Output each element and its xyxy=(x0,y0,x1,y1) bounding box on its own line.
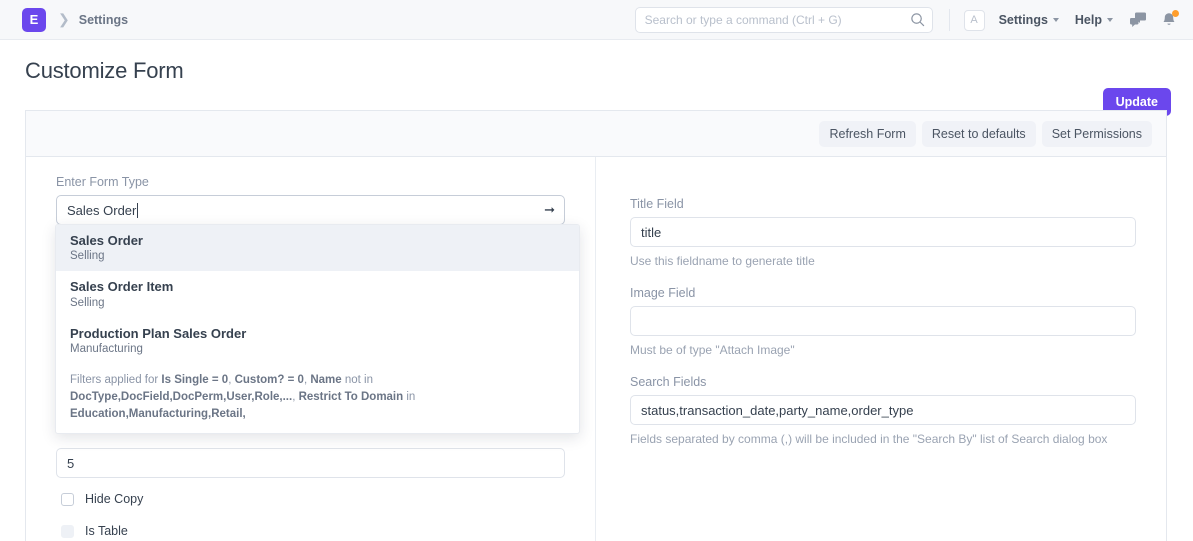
navbar-divider xyxy=(949,9,950,31)
chevron-down-icon xyxy=(1053,18,1059,22)
filter-note-doctype-list: DocType,DocField,DocPerm,User,Role,... xyxy=(70,391,292,403)
refresh-form-button[interactable]: Refresh Form xyxy=(819,121,915,147)
field-image-field: Image Field Must be of type "Attach Imag… xyxy=(630,286,1136,358)
field-label-search-fields: Search Fields xyxy=(630,375,1136,389)
dropdown-item-title: Sales Order Item xyxy=(70,279,565,295)
number-input[interactable] xyxy=(56,448,565,478)
field-enter-form-type: Enter Form Type Sales Order ➞ xyxy=(56,175,565,225)
avatar[interactable]: A xyxy=(964,10,985,31)
help-text-title-field: Use this fieldname to generate title xyxy=(630,253,1136,269)
app-logo-letter: E xyxy=(30,12,39,27)
notifications-button[interactable] xyxy=(1161,12,1177,29)
page-title: Customize Form xyxy=(25,58,184,84)
field-label-form-type: Enter Form Type xyxy=(56,175,565,189)
dropdown-item-subtitle: Selling xyxy=(70,250,565,262)
checkbox-row-is-table: Is Table xyxy=(56,524,565,538)
chevron-down-icon xyxy=(1107,18,1113,22)
help-text-image-field: Must be of type "Attach Image" xyxy=(630,342,1136,358)
checkbox-label-hide-copy: Hide Copy xyxy=(85,492,143,506)
search-fields-input[interactable] xyxy=(630,395,1136,425)
notification-badge-dot xyxy=(1172,10,1179,17)
dropdown-item[interactable]: Production Plan Sales Order Manufacturin… xyxy=(56,318,579,364)
filter-note-domains: Education,Manufacturing,Retail, xyxy=(70,408,246,420)
navbar-left: E ❯ Settings xyxy=(22,8,128,32)
form-type-input[interactable]: Sales Order xyxy=(56,195,565,225)
reset-to-defaults-button[interactable]: Reset to defaults xyxy=(922,121,1036,147)
chat-icon xyxy=(1129,12,1147,28)
filter-note-custom: Custom? = 0 xyxy=(235,374,304,386)
set-permissions-button[interactable]: Set Permissions xyxy=(1042,121,1152,147)
dropdown-item-title: Production Plan Sales Order xyxy=(70,326,565,342)
navbar-help-menu[interactable]: Help xyxy=(1075,13,1113,27)
image-field-input[interactable] xyxy=(630,306,1136,336)
navbar-settings-label: Settings xyxy=(999,13,1048,27)
arrow-right-icon[interactable]: ➞ xyxy=(544,203,555,216)
form-column-right: Title Field Use this fieldname to genera… xyxy=(596,157,1166,541)
checkbox-row-hide-copy[interactable]: Hide Copy xyxy=(56,492,565,506)
search-input[interactable] xyxy=(635,7,933,33)
form-type-dropdown: Sales Order Selling Sales Order Item Sel… xyxy=(55,224,580,434)
filter-note-is-single: Is Single = 0 xyxy=(161,374,228,386)
checkbox-label-is-table: Is Table xyxy=(85,524,128,538)
field-search-fields: Search Fields Fields separated by comma … xyxy=(630,375,1136,447)
field-label-image-field: Image Field xyxy=(630,286,1136,300)
field-label-title-field: Title Field xyxy=(630,197,1136,211)
form-toolbar: Refresh Form Reset to defaults Set Permi… xyxy=(26,111,1166,157)
dropdown-item[interactable]: Sales Order Item Selling xyxy=(56,271,579,317)
text-cursor xyxy=(137,203,138,218)
filter-note-name: Name xyxy=(310,374,341,386)
chevron-right-icon: ❯ xyxy=(58,11,70,28)
filter-note-mid1: not in xyxy=(342,374,373,386)
breadcrumb-settings[interactable]: Settings xyxy=(79,13,128,27)
field-max-attachments xyxy=(56,448,565,478)
checkbox-hide-copy[interactable] xyxy=(61,493,74,506)
checkbox-is-table xyxy=(61,525,74,538)
navbar-search xyxy=(635,7,933,33)
navbar-settings-menu[interactable]: Settings xyxy=(999,13,1059,27)
help-text-search-fields: Fields separated by comma (,) will be in… xyxy=(630,431,1136,447)
dropdown-item-title: Sales Order xyxy=(70,233,565,249)
navbar-right: A Settings Help xyxy=(635,0,1179,40)
field-title-field: Title Field Use this fieldname to genera… xyxy=(630,197,1136,269)
filter-note-prefix: Filters applied for xyxy=(70,374,161,386)
form-type-value: Sales Order xyxy=(67,203,136,218)
filter-note-mid3: in xyxy=(403,391,415,403)
page-header: Customize Form Update xyxy=(0,40,1193,102)
avatar-letter: A xyxy=(970,14,977,26)
dropdown-filter-note: Filters applied for Is Single = 0, Custo… xyxy=(56,364,579,433)
navbar-help-label: Help xyxy=(1075,13,1102,27)
chat-button[interactable] xyxy=(1129,12,1147,28)
right-column-top-spacer xyxy=(630,175,1136,197)
app-logo[interactable]: E xyxy=(22,8,46,32)
dropdown-item[interactable]: Sales Order Selling xyxy=(56,225,579,271)
dropdown-item-subtitle: Selling xyxy=(70,297,565,309)
title-field-input[interactable] xyxy=(630,217,1136,247)
filter-note-restrict-domain: Restrict To Domain xyxy=(299,391,404,403)
top-navbar: E ❯ Settings A Settings Help xyxy=(0,0,1193,40)
form-type-input-wrap: Sales Order ➞ xyxy=(56,195,565,225)
dropdown-item-subtitle: Manufacturing xyxy=(70,343,565,355)
